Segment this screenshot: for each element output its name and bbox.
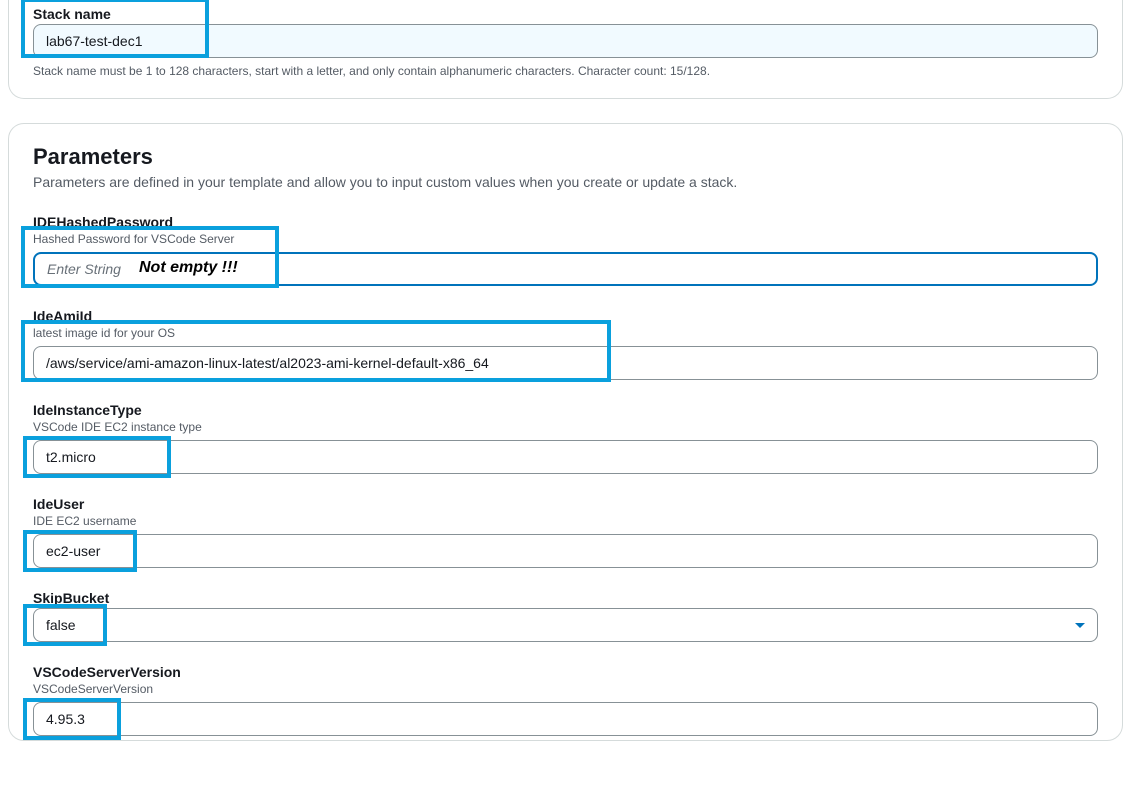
vscode-server-version-desc: VSCodeServerVersion: [33, 682, 1098, 696]
param-ide-ami-id: IdeAmiId latest image id for your OS: [33, 308, 1098, 380]
ide-hashed-password-input[interactable]: [33, 252, 1098, 286]
stack-name-label: Stack name: [33, 6, 1098, 22]
param-vscode-server-version: VSCodeServerVersion VSCodeServerVersion: [33, 664, 1098, 736]
ide-instance-type-input[interactable]: [33, 440, 1098, 474]
param-ide-instance-type: IdeInstanceType VSCode IDE EC2 instance …: [33, 402, 1098, 474]
stack-name-input[interactable]: [33, 24, 1098, 58]
ide-user-input[interactable]: [33, 534, 1098, 568]
vscode-server-version-input[interactable]: [33, 702, 1098, 736]
skip-bucket-select[interactable]: false: [33, 608, 1098, 642]
ide-ami-id-label: IdeAmiId: [33, 308, 1098, 324]
param-ide-user: IdeUser IDE EC2 username: [33, 496, 1098, 568]
skip-bucket-value: false: [46, 617, 76, 633]
vscode-server-version-label: VSCodeServerVersion: [33, 664, 1098, 680]
ide-user-desc: IDE EC2 username: [33, 514, 1098, 528]
param-skip-bucket: SkipBucket false: [33, 590, 1098, 642]
parameters-title: Parameters: [33, 144, 1098, 170]
ide-ami-id-desc: latest image id for your OS: [33, 326, 1098, 340]
skip-bucket-label: SkipBucket: [33, 590, 1098, 606]
stack-name-panel: Stack name Stack name must be 1 to 128 c…: [8, 0, 1123, 99]
parameters-description: Parameters are defined in your template …: [33, 174, 1098, 190]
ide-user-label: IdeUser: [33, 496, 1098, 512]
stack-name-constraint: Stack name must be 1 to 128 characters, …: [33, 64, 1098, 78]
ide-hashed-password-desc: Hashed Password for VSCode Server: [33, 232, 1098, 246]
parameters-panel: Parameters Parameters are defined in you…: [8, 123, 1123, 741]
ide-instance-type-label: IdeInstanceType: [33, 402, 1098, 418]
ide-hashed-password-label: IDEHashedPassword: [33, 214, 1098, 230]
ide-ami-id-input[interactable]: [33, 346, 1098, 380]
ide-instance-type-desc: VSCode IDE EC2 instance type: [33, 420, 1098, 434]
param-ide-hashed-password: IDEHashedPassword Hashed Password for VS…: [33, 214, 1098, 286]
